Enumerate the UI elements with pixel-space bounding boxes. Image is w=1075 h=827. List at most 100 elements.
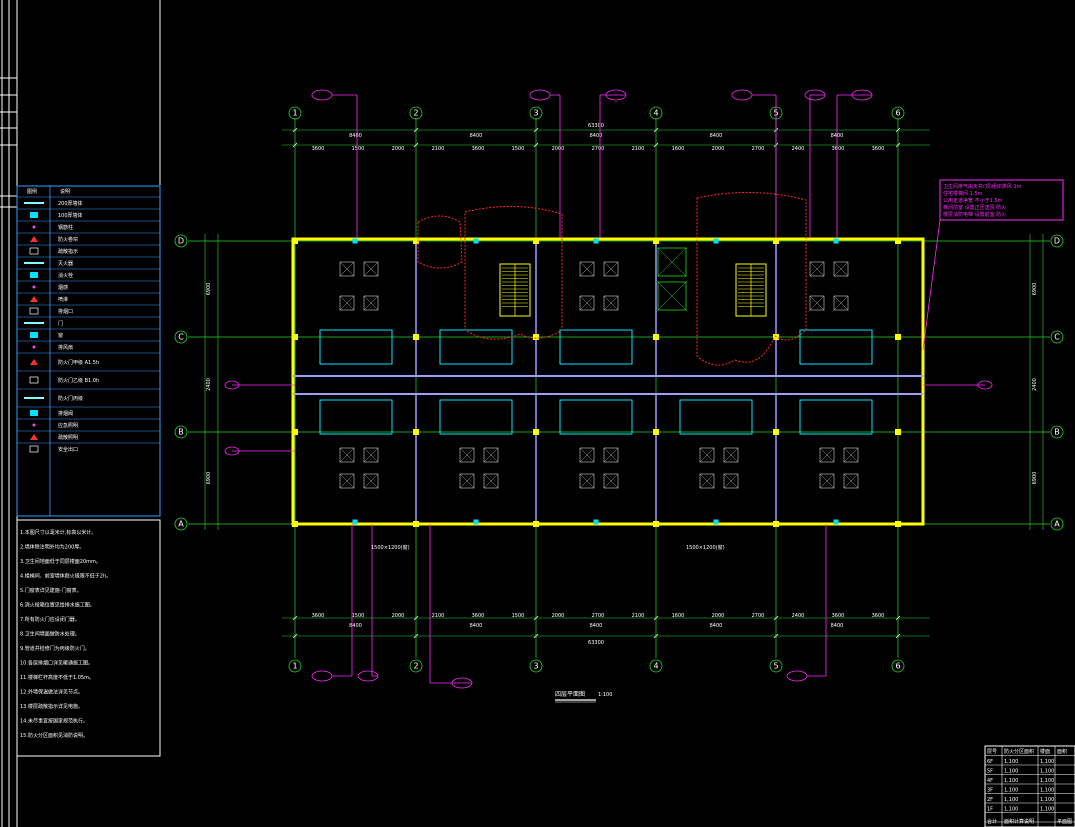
bathroom-wall — [559, 329, 633, 365]
legend-symbol-triangle — [30, 359, 38, 365]
legend-item-label: 排风扇 — [58, 344, 73, 351]
revision-clouds — [417, 191, 807, 366]
callout-bubble — [529, 89, 551, 101]
grid-bubble-label: C — [178, 333, 184, 342]
structural-column — [653, 334, 659, 340]
grid-bubble-label: A — [178, 520, 184, 529]
window-pier — [713, 519, 719, 525]
structural-column — [533, 238, 539, 244]
sub-dimension: 2100 — [432, 146, 445, 152]
fire-note-line: 楼层消防电梯 设置前室 防火 — [943, 211, 1006, 218]
sub-dimension: 1500 — [512, 613, 525, 619]
grid-bubble-label: D — [1054, 237, 1060, 246]
title-block-footer: 面积计算说明 — [1004, 818, 1034, 825]
title-block-cell: 1,100 — [1004, 797, 1018, 803]
grid-bubble-label: 4 — [653, 109, 658, 118]
fire-note-line: 公用走道净宽 不小于1.5m — [943, 197, 1003, 204]
title-block-cell: 1,100 — [1004, 807, 1018, 813]
legend-item-label: 烟感 — [58, 284, 68, 291]
legend-item-label: 疏散照明 — [58, 434, 78, 441]
grid-bubble-label: 2 — [413, 109, 418, 118]
callout-bubble — [311, 89, 333, 101]
sub-dimension: 2700 — [592, 613, 605, 619]
note-line: 10.各层排烟口详见暖通施工图。 — [20, 660, 93, 667]
title-block-cell: 1,100 — [1040, 759, 1054, 765]
sub-dimension: 2000 — [552, 613, 565, 619]
sub-dimension: 2100 — [632, 613, 645, 619]
bathroom-wall — [559, 399, 633, 435]
window-pier — [473, 519, 479, 525]
legend-item-label: 应急照明 — [58, 422, 78, 429]
bay-dimension: 8400 — [710, 623, 723, 629]
bay-dimension: 8400 — [710, 133, 723, 139]
title-block-cell: 3F — [987, 788, 993, 794]
structural-column — [895, 238, 901, 244]
grid-bubble-label: 1 — [292, 109, 297, 118]
plan-grid: 112233445566D DC CB BA A6900 69002400 24006900… — [174, 106, 1064, 673]
note-line: 15.防火分区面积见消防说明。 — [20, 732, 88, 739]
sub-dimension: 2400 — [792, 613, 805, 619]
legend-item-label: 钢筋柱 — [58, 224, 73, 231]
callout-bubble — [786, 670, 808, 682]
structural-column — [292, 521, 298, 527]
bathroom-wall — [679, 399, 753, 435]
title-block-cell: 4F — [987, 778, 993, 784]
callout-bubble — [731, 89, 753, 101]
structural-column — [292, 429, 298, 435]
title-block-cell: 1,100 — [1040, 788, 1054, 794]
legend-item-label: 防火门甲级 A1.5h — [58, 359, 99, 366]
bathroom-wall — [799, 399, 873, 435]
note-line: 7.所有防火门应设闭门器。 — [20, 616, 80, 623]
sub-dimension: 3600 — [832, 613, 845, 619]
structural-column — [653, 429, 659, 435]
legend-symbol-outline — [29, 247, 39, 255]
title-block-cell: 1,100 — [1004, 788, 1018, 794]
title-block-cell: 1,100 — [1004, 759, 1018, 765]
legend-symbol-triangle — [30, 434, 38, 440]
title-block-cell: 6F — [987, 759, 993, 765]
sub-dimension: 2100 — [632, 146, 645, 152]
sub-dimension: 2000 — [712, 146, 725, 152]
legend-item-label: 200厚墙体 — [58, 200, 83, 207]
legend-symbol-box — [30, 410, 38, 416]
window-pier — [593, 519, 599, 525]
title-block-cell: 1,100 — [1040, 769, 1054, 775]
structural-column — [533, 521, 539, 527]
left-border-strips — [0, 0, 161, 827]
bay-dimension: 8400 — [470, 133, 483, 139]
sub-dimension: 3600 — [872, 146, 885, 152]
sub-dimension: 1500 — [352, 146, 365, 152]
plan-title-group: 四层平面图 1:100 — [555, 691, 612, 703]
grid-bubble-label: 6 — [895, 109, 900, 118]
note-line: 1.本图尺寸以毫米计,标高以米计。 — [20, 529, 96, 536]
legend-symbol-dot — [32, 423, 36, 427]
note-line: 5.门窗表详见建施-门窗表。 — [20, 587, 82, 594]
callout-leaders — [224, 89, 993, 689]
note-line: 4.楼梯间、前室墙体耐火极限不低于2h。 — [20, 573, 111, 580]
legend-item-label: 喷淋 — [58, 296, 68, 303]
sub-dimension: 2100 — [432, 613, 445, 619]
side-dimension-text: 6900 — [1032, 283, 1038, 296]
window-pier — [833, 519, 839, 525]
legend-item-label: 防火卷帘 — [58, 236, 78, 243]
window-pier — [833, 238, 839, 244]
legend-item-label: 排烟口 — [58, 308, 73, 315]
fire-note-line: 住宅楼梯间 1.5m — [943, 190, 983, 197]
note-line: 8.卫生间墙面做防水处理。 — [20, 631, 80, 638]
note-line: 12.外墙保温做法详见节点。 — [20, 689, 83, 696]
grid-bubble-label: 4 — [653, 662, 658, 671]
sub-dimension: 2000 — [392, 146, 405, 152]
side-dimension-text: 6900 — [1032, 472, 1038, 485]
sub-dimension: 3600 — [872, 613, 885, 619]
sub-dimension: 1600 — [672, 613, 685, 619]
note-line: 3.卫生间地面低于同层楼面20mm。 — [20, 558, 101, 565]
bathroom-wall — [319, 399, 393, 435]
sub-dimension: 3600 — [312, 613, 325, 619]
window-pier — [593, 238, 599, 244]
grid-bubble-label: B — [178, 428, 184, 437]
title-block-cell: 1,100 — [1040, 778, 1054, 784]
grid-bubble-label: D — [178, 237, 184, 246]
bathroom-wall — [799, 329, 873, 365]
grid-bubble-label: C — [1054, 333, 1060, 342]
note-line: 6.消火栓箱位置见给排水施工图。 — [20, 602, 95, 609]
